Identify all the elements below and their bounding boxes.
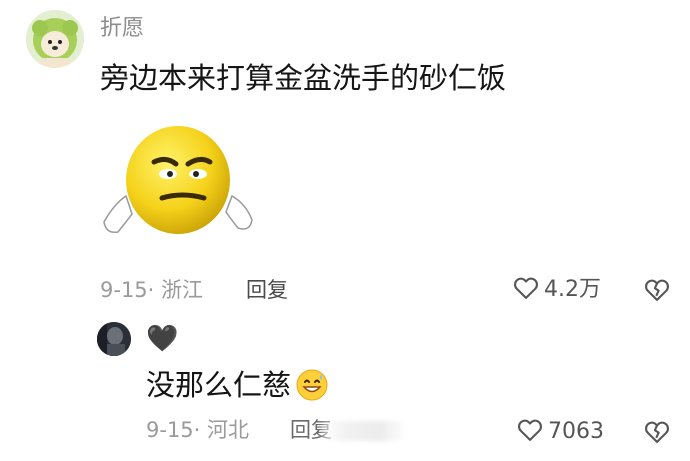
reply-date-location: 9-15· 河北 <box>146 418 250 442</box>
commenter-avatar[interactable] <box>26 10 84 68</box>
replier-avatar[interactable] <box>97 322 131 356</box>
replier-username[interactable]: 🖤 <box>146 322 178 356</box>
commenter-username[interactable]: 折愿 <box>100 14 144 44</box>
dislike-button[interactable] <box>643 276 671 308</box>
heart-icon <box>512 274 540 306</box>
reply-dislike-button[interactable] <box>643 418 671 450</box>
like-button[interactable]: 4.2万 <box>512 274 601 306</box>
heart-icon <box>516 416 544 448</box>
reply-button[interactable]: 回复 <box>246 276 288 304</box>
like-count: 4.2万 <box>544 277 601 302</box>
comment-text: 旁边本来打算金盆洗手的砂仁饭 <box>100 61 507 95</box>
angry-emoji-sticker[interactable] <box>96 118 256 250</box>
grinning-sweat-emoji-icon <box>295 368 329 402</box>
reply-text: 没那么仁慈 <box>146 368 292 402</box>
blurred-overlay <box>322 421 406 441</box>
reply-text-row: 没那么仁慈 <box>146 364 329 406</box>
reply-like-button[interactable]: 7063 <box>516 416 604 448</box>
broken-heart-icon <box>643 421 671 450</box>
comment-date-location: 9-15· 浙江 <box>100 278 204 302</box>
broken-heart-icon <box>643 279 671 308</box>
reply-like-count: 7063 <box>548 419 604 444</box>
